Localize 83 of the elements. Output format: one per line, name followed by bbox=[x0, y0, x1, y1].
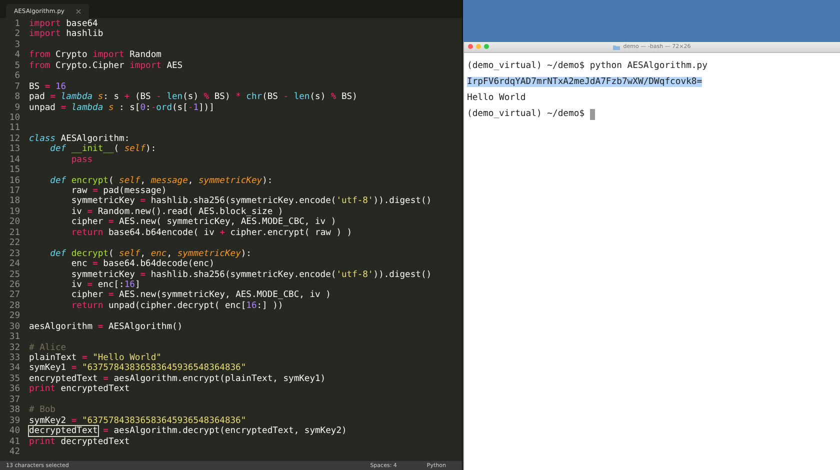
code-line: plainText = "Hello World" bbox=[29, 353, 162, 364]
line-number: 31 bbox=[8, 332, 21, 343]
line-number: 36 bbox=[8, 384, 21, 395]
line-number: 16 bbox=[8, 176, 21, 186]
line-number: 41 bbox=[8, 436, 21, 447]
line-number: 14 bbox=[8, 154, 21, 166]
line-number: 2 bbox=[14, 29, 21, 40]
line-number: 39 bbox=[8, 416, 21, 426]
code-line: iv = enc[:16] bbox=[70, 280, 140, 290]
line-number: 27 bbox=[8, 290, 21, 301]
code-line: def encrypt( self, message, symmetricKey): bbox=[49, 176, 273, 186]
line-number: 32 bbox=[8, 342, 21, 353]
code-line: iv = Random.new().read( AES.block_size ) bbox=[70, 206, 284, 217]
code-line: print decryptedText bbox=[29, 436, 130, 447]
code-line: enc = base64.b64decode(enc) bbox=[70, 259, 214, 270]
line-number: 37 bbox=[8, 394, 21, 406]
line-number: 22 bbox=[8, 238, 21, 249]
close-icon[interactable] bbox=[468, 44, 473, 49]
code-line: decryptedText = aesAlgorithm.decrypt(encryptedText, symKey2) bbox=[29, 426, 347, 436]
code-line: from Crypto import Random bbox=[29, 50, 162, 61]
line-number: 30 bbox=[8, 322, 21, 332]
line-number: 10 bbox=[8, 112, 21, 124]
line-number: 7 bbox=[14, 82, 21, 92]
code-line: symmetricKey = hashlib.sha256(symmetricKey.encode('utf-8')).digest() bbox=[70, 196, 432, 207]
code-line: raw = pad(message) bbox=[70, 186, 167, 196]
terminal-line: (demo_virtual) ~/demo$ python AESAlgorithm.py bbox=[467, 61, 708, 71]
line-number: 17 bbox=[8, 186, 21, 196]
line-number: 25 bbox=[8, 270, 21, 280]
code-line: # Bob bbox=[29, 405, 56, 416]
code-line: pass bbox=[70, 154, 93, 166]
cursor-icon bbox=[590, 108, 595, 120]
folder-icon bbox=[613, 44, 620, 50]
code-line: aesAlgorithm = AESAlgorithm() bbox=[29, 322, 183, 332]
code-line: return unpad(cipher.decrypt( enc[16:] )) bbox=[70, 300, 284, 312]
close-icon[interactable] bbox=[76, 8, 82, 14]
line-number: 19 bbox=[8, 206, 21, 218]
line-number: 34 bbox=[8, 363, 21, 374]
code-line: import hashlib bbox=[29, 29, 104, 40]
line-number: 33 bbox=[8, 353, 21, 364]
line-number: 42 bbox=[8, 446, 21, 458]
line-number: 11 bbox=[8, 123, 21, 134]
code-line: pad = lambda s: s + (BS - len(s) % BS) * chr(BS - len(s) % BS) bbox=[29, 92, 358, 102]
line-number: 29 bbox=[8, 311, 21, 322]
line-number: 26 bbox=[8, 280, 21, 290]
code-line: symmetricKey = hashlib.sha256(symmetricKey.encode('utf-8')).digest() bbox=[70, 270, 432, 280]
line-number: 15 bbox=[8, 165, 21, 176]
line-number: 13 bbox=[8, 144, 21, 155]
code-line: def __init__( self): bbox=[49, 144, 156, 155]
line-number: 23 bbox=[8, 248, 21, 260]
line-number: 1 bbox=[14, 19, 21, 30]
code-line: cipher = AES.new( symmetricKey, AES.MODE_CBC, iv ) bbox=[70, 217, 336, 228]
line-number: 24 bbox=[8, 259, 21, 270]
code-line: unpad = lambda s : s[0:-ord(s[-1])] bbox=[29, 102, 214, 113]
line-number: 3 bbox=[14, 40, 21, 50]
line-number: 8 bbox=[14, 92, 21, 102]
code-line: class AESAlgorithm: bbox=[29, 134, 130, 144]
line-number: 6 bbox=[14, 71, 21, 82]
code-line: symKey1 = "63757843836583645936548364836" bbox=[29, 363, 246, 374]
code-line: from Crypto.Cipher import AES bbox=[29, 60, 183, 72]
code-line: # Alice bbox=[29, 342, 66, 353]
line-number: 9 bbox=[14, 102, 21, 113]
code-line: BS = 16 bbox=[29, 82, 66, 92]
line-number: 40 bbox=[8, 426, 21, 436]
terminal-line: (demo_virtual) ~/demo$ bbox=[467, 109, 585, 119]
code-line: import base64 bbox=[29, 19, 98, 29]
minimize-icon[interactable] bbox=[476, 44, 481, 49]
line-number: 12 bbox=[8, 134, 21, 144]
code-line: cipher = AES.new(symmetricKey, AES.MODE_CBC, iv ) bbox=[70, 290, 331, 301]
code-line: symKey2 = "63757843836583645936548364836" bbox=[29, 416, 246, 426]
terminal-line: Hello World bbox=[467, 93, 526, 103]
line-number: 5 bbox=[14, 60, 21, 72]
zoom-icon[interactable] bbox=[484, 44, 489, 49]
line-number: 18 bbox=[8, 196, 21, 207]
code-line: return base64.b64encode( iv + cipher.encrypt( raw ) ) bbox=[70, 228, 352, 238]
line-number: 28 bbox=[8, 300, 21, 312]
code-line: encryptedText = aesAlgorithm.encrypt(plainText, symKey1) bbox=[29, 374, 326, 384]
line-number: 20 bbox=[8, 217, 21, 228]
line-number: 35 bbox=[8, 374, 21, 384]
line-number: 21 bbox=[8, 228, 21, 238]
line-number: 38 bbox=[8, 405, 21, 416]
code-line: def decrypt( self, enc, symmetricKey): bbox=[49, 248, 252, 259]
code-line: print encryptedText bbox=[29, 384, 130, 395]
line-number: 4 bbox=[14, 50, 21, 61]
